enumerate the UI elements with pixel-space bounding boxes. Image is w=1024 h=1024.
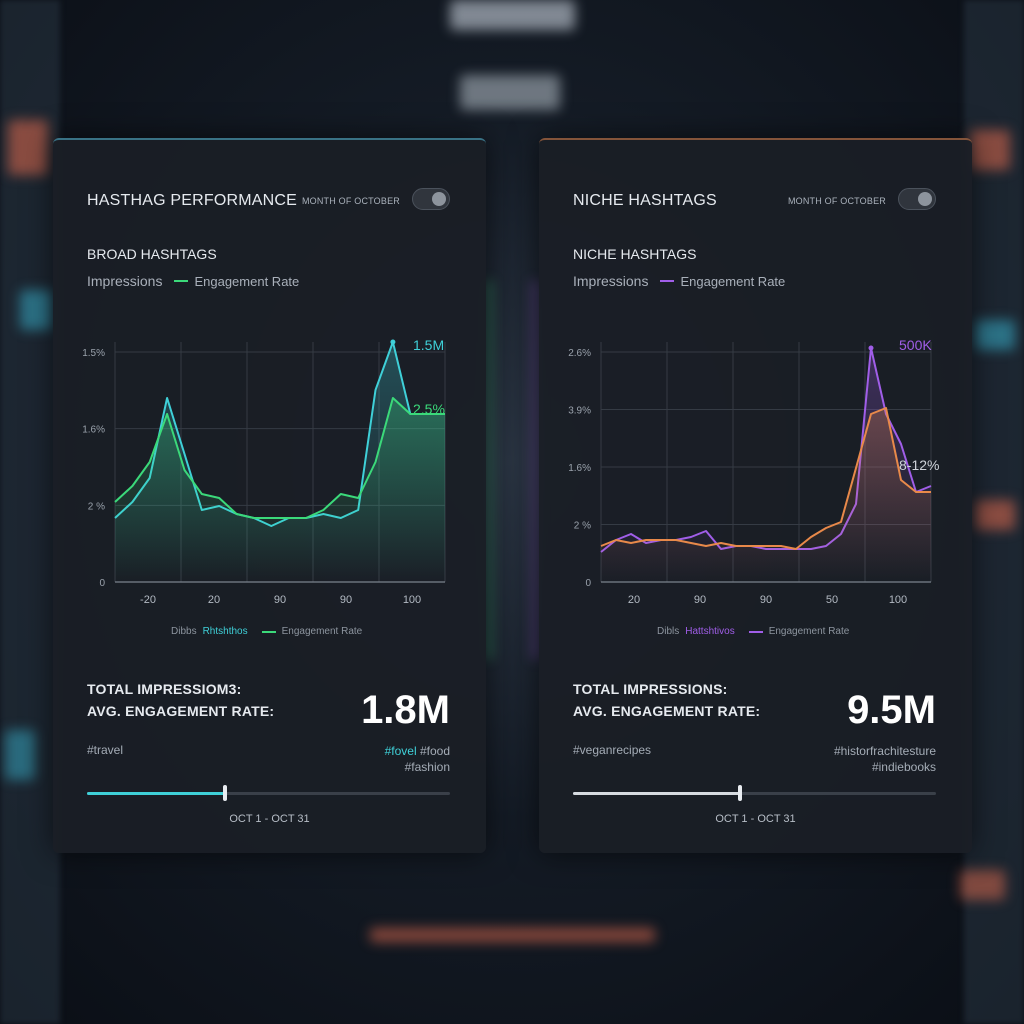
legend-bottom-c: Engagement Rate bbox=[768, 626, 850, 637]
toggle-knob bbox=[432, 192, 446, 206]
x-tick-label: 100 bbox=[403, 594, 421, 606]
series-area-1 bbox=[601, 408, 931, 582]
x-tick-label: 50 bbox=[826, 594, 838, 606]
rate-annotation: 8-12% bbox=[899, 457, 939, 473]
niche-hashtag-line-chart: 0 2 % 1.6% 3.9% 2.6% 20 90 90 50 100 500K 8-12% bbox=[568, 337, 939, 606]
y-tick-label: 1.6% bbox=[82, 425, 105, 436]
month-toggle[interactable] bbox=[898, 188, 936, 210]
chart-legend: Impressions Engagement Rate bbox=[573, 273, 785, 289]
date-range-slider[interactable] bbox=[87, 785, 450, 801]
y-tick-label: 2.6% bbox=[568, 348, 591, 359]
rate-annotation: 2.5% bbox=[413, 401, 445, 417]
legend-swatch-engagement bbox=[660, 280, 675, 282]
legend-bottom-b: Hattshtivos bbox=[685, 626, 735, 637]
y-tick-label: 0 bbox=[585, 578, 591, 589]
peak-point bbox=[868, 345, 874, 351]
hashtag-historfrachitesture[interactable]: #historfrachitesture bbox=[834, 743, 936, 759]
hashtag-fashion[interactable]: #fashion bbox=[385, 759, 450, 775]
legend-impressions: Impressions bbox=[573, 273, 649, 289]
slider-fill bbox=[87, 792, 225, 795]
peak-annotation: 500K bbox=[899, 337, 932, 353]
avg-engagement-label: AVG. ENGAGEMENT RATE: bbox=[87, 703, 275, 719]
date-range-label: OCT 1 - OCT 31 bbox=[715, 813, 796, 825]
x-tick-label: 90 bbox=[274, 594, 286, 606]
x-tick-label: 90 bbox=[694, 594, 706, 606]
chart-legend-bottom: Dibbs Rhtshthos Engagement Rate bbox=[171, 626, 362, 637]
legend-bottom-b: Rhtshthos bbox=[202, 626, 248, 637]
total-impressions-label: TOTAL IMPRESSIOM3: bbox=[87, 681, 242, 697]
x-tick-label: 20 bbox=[208, 594, 220, 606]
month-label: MONTH OF OCTOBER bbox=[787, 196, 886, 206]
legend-swatch-engagement bbox=[174, 280, 189, 282]
total-impressions-label: TOTAL IMPRESSIONS: bbox=[573, 681, 728, 697]
chart-legend: Impressions Engagement Rate bbox=[87, 273, 299, 289]
y-tick-label: 1.5% bbox=[82, 348, 105, 359]
total-impressions-value: 1.8M bbox=[361, 688, 450, 732]
hashtag-food[interactable]: #food bbox=[420, 744, 450, 758]
hashtag-list: #fovel #food #fashion bbox=[385, 743, 450, 775]
stat-labels: TOTAL IMPRESSIONS: AVG. ENGAGEMENT RATE: bbox=[573, 678, 760, 722]
peak-annotation: 1.5M bbox=[413, 337, 444, 353]
panel-title: NICHE HASHTAGS bbox=[573, 192, 717, 209]
legend-bottom-a: Dibbs bbox=[171, 626, 197, 637]
x-tick-label: -20 bbox=[140, 594, 156, 606]
y-tick-label: 2 % bbox=[574, 521, 591, 532]
date-range-slider[interactable] bbox=[573, 785, 936, 801]
month-toggle[interactable] bbox=[412, 188, 450, 210]
x-tick-label: 20 bbox=[628, 594, 640, 606]
y-tick-label: 1.6% bbox=[568, 463, 591, 474]
legend-impressions: Impressions bbox=[87, 273, 163, 289]
legend-bottom-swatch bbox=[748, 630, 763, 633]
peak-point bbox=[390, 339, 396, 345]
y-tick-label: 0 bbox=[99, 578, 105, 589]
toggle-knob bbox=[918, 192, 932, 206]
chart-subtitle: BROAD HASHTAGS bbox=[87, 246, 217, 262]
x-tick-label: 90 bbox=[340, 594, 352, 606]
legend-bottom-a: Dibls bbox=[657, 626, 680, 637]
slider-handle[interactable] bbox=[737, 785, 742, 801]
legend-engagement: Engagement Rate bbox=[680, 273, 786, 289]
niche-hashtag-panel: NICHE HASHTAGS MONTH OF OCTOBER NICHE HA… bbox=[539, 138, 972, 853]
total-impressions-value: 9.5M bbox=[847, 688, 936, 732]
y-tick-label: 3.9% bbox=[568, 406, 591, 417]
date-range-label: OCT 1 - OCT 31 bbox=[229, 813, 310, 825]
legend-engagement: Engagement Rate bbox=[194, 273, 300, 289]
legend-bottom-c: Engagement Rate bbox=[281, 626, 363, 637]
x-tick-label: 100 bbox=[889, 594, 907, 606]
legend-bottom-swatch bbox=[261, 630, 276, 633]
slider-handle[interactable] bbox=[222, 785, 227, 801]
hashtag-fovel[interactable]: #fovel bbox=[385, 744, 417, 758]
broad-hashtag-line-chart: 0 2 % 1.6% 1.5% -20 20 90 90 100 1.5M 2.5% bbox=[82, 337, 446, 606]
month-label: MONTH OF OCTOBER bbox=[301, 196, 400, 206]
hashtag-veganrecipes[interactable]: #veganrecipes bbox=[573, 743, 651, 757]
chart-subtitle: NICHE HASHTAGS bbox=[573, 246, 697, 262]
y-tick-label: 2 % bbox=[88, 501, 105, 512]
slider-fill bbox=[573, 792, 740, 795]
panel-title: HASTHAG PERFORMANCE bbox=[87, 192, 298, 209]
hashtag-travel[interactable]: #travel bbox=[87, 743, 123, 757]
x-tick-label: 90 bbox=[760, 594, 772, 606]
hashtag-list: #historfrachitesture #indiebooks bbox=[834, 743, 936, 775]
series-area-1 bbox=[115, 398, 445, 582]
chart-legend-bottom: Dibls Hattshtivos Engagement Rate bbox=[657, 626, 849, 637]
hashtag-indiebooks[interactable]: #indiebooks bbox=[834, 759, 936, 775]
avg-engagement-label: AVG. ENGAGEMENT RATE: bbox=[573, 703, 761, 719]
stat-labels: TOTAL IMPRESSIOM3: AVG. ENGAGEMENT RATE: bbox=[87, 678, 274, 722]
broad-hashtag-panel: HASTHAG PERFORMANCE MONTH OF OCTOBER BRO… bbox=[53, 138, 486, 853]
